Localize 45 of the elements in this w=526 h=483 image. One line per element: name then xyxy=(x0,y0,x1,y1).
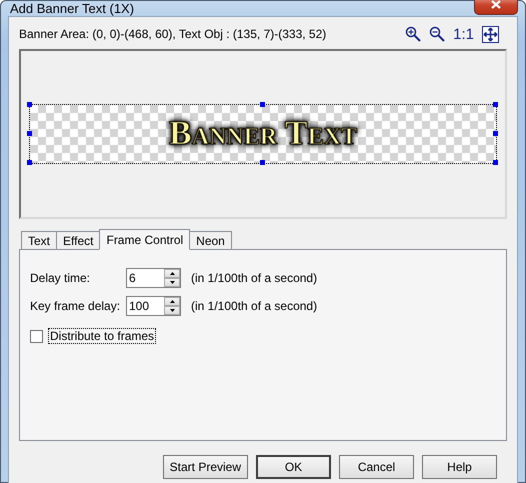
resize-handle[interactable] xyxy=(493,102,498,107)
resize-handle[interactable] xyxy=(27,131,32,136)
spin-up-button[interactable] xyxy=(164,269,180,278)
spin-field[interactable]: 100 xyxy=(127,297,164,315)
spin-box[interactable]: 100 xyxy=(126,296,181,316)
field-label: Key frame delay: xyxy=(30,299,122,313)
resize-handle[interactable] xyxy=(27,160,32,165)
resize-handle[interactable] xyxy=(260,102,265,107)
zoom-in-icon xyxy=(405,26,422,42)
unit-hint: (in 1/100th of a second) xyxy=(191,299,318,313)
resize-handle[interactable] xyxy=(493,160,498,165)
field-label: Delay time: xyxy=(30,271,92,285)
tab[interactable]: Frame Control xyxy=(99,229,190,250)
spin-down-button[interactable] xyxy=(164,278,180,287)
checkbox-label: Distribute to frames xyxy=(48,328,156,344)
up-arrow-icon xyxy=(170,272,174,275)
spin-field[interactable]: 6 xyxy=(127,269,164,287)
fit-icon xyxy=(482,26,499,42)
zoom-out-button[interactable] xyxy=(429,26,446,42)
coordinates-label: Banner Area: (0, 0)-(468, 60), Text Obj : (135, 7)-(333, 52) xyxy=(19,27,326,41)
spin-up-button[interactable] xyxy=(164,297,180,306)
tab[interactable]: Neon xyxy=(189,231,232,249)
resize-handle[interactable] xyxy=(27,102,32,107)
dialog-button[interactable]: Cancel xyxy=(339,455,414,479)
spin-down-button[interactable] xyxy=(164,306,180,315)
banner-text: Banner Text xyxy=(169,115,357,153)
fit-button[interactable] xyxy=(482,26,499,42)
down-arrow-icon xyxy=(170,309,174,312)
up-arrow-icon xyxy=(170,300,174,303)
dialog-button[interactable]: Start Preview xyxy=(162,455,248,479)
actual-size-button[interactable]: 1:1 xyxy=(453,26,474,42)
close-icon xyxy=(491,0,501,9)
unit-hint: (in 1/100th of a second) xyxy=(191,271,318,285)
spin-box[interactable]: 6 xyxy=(126,268,181,288)
resize-handle[interactable] xyxy=(260,160,265,165)
zoom-in-button[interactable] xyxy=(405,26,422,42)
resize-handle[interactable] xyxy=(493,131,498,136)
dialog-button[interactable]: Help xyxy=(422,455,497,479)
checkbox[interactable] xyxy=(30,330,43,342)
dialog-button[interactable]: OK xyxy=(256,455,331,479)
zoom-out-icon xyxy=(429,26,446,42)
close-button[interactable] xyxy=(474,0,518,14)
tab[interactable]: Text xyxy=(21,231,58,249)
down-arrow-icon xyxy=(170,281,174,284)
window-title: Add Banner Text (1X) xyxy=(9,1,134,16)
